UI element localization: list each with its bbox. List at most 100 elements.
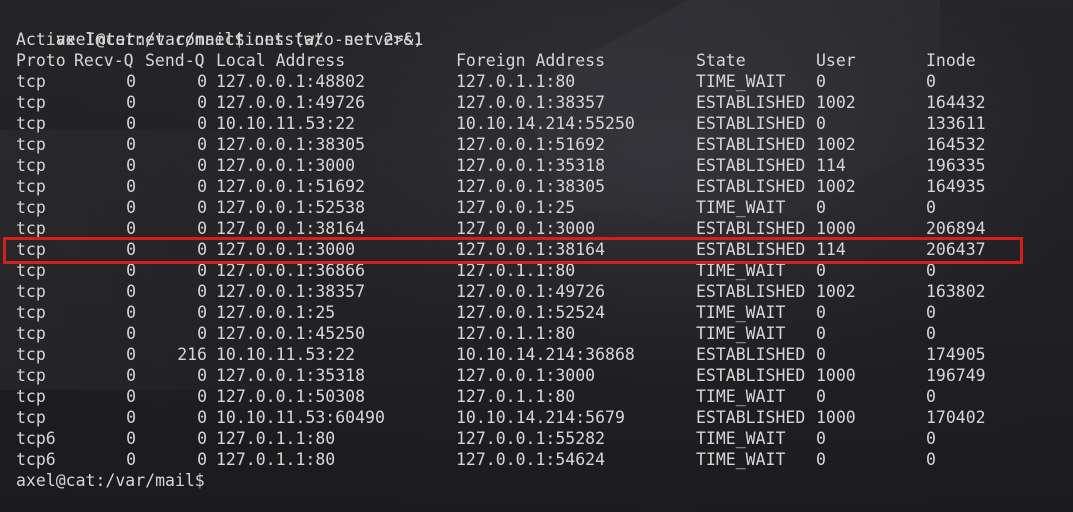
- cell-recvq: 0: [126, 324, 136, 343]
- cell-inode: 0: [926, 450, 936, 469]
- cell-recvq: 0: [126, 156, 136, 175]
- cell-foreign: 127.0.0.1:38305: [456, 177, 606, 196]
- cell-user: 0: [816, 429, 826, 448]
- cell-sendq: 0: [197, 366, 207, 385]
- cell-recvq: 0: [126, 93, 136, 112]
- cell-foreign: 10.10.14.214:36868: [456, 345, 635, 364]
- cell-inode: 164532: [926, 135, 986, 154]
- cell-recvq: 0: [126, 303, 136, 322]
- cell-local: 10.10.11.53:60490: [216, 408, 385, 427]
- cell-local: 127.0.0.1:52538: [216, 198, 366, 217]
- cell-proto: tcp: [16, 114, 46, 133]
- cell-proto: tcp: [16, 345, 46, 364]
- cell-local: 10.10.11.53:22: [216, 345, 356, 364]
- table-row: tcp 0 0 127.0.0.1:38357 127.0.0.1:49726 ESTAB…: [16, 281, 1056, 302]
- header-sendq: Send-Q: [145, 51, 205, 70]
- table-header: Proto Recv-Q Send-Q Local Address Foreig…: [16, 50, 1056, 71]
- cell-state: ESTABLISHED: [696, 177, 806, 196]
- table-row: tcp 0 0 127.0.0.1:25 127.0.0.1:52524 TIME_WAI…: [16, 302, 1056, 323]
- header-local-address: Local Address: [216, 51, 346, 70]
- cell-inode: 133611: [926, 114, 986, 133]
- terminal-window[interactable]: axel@cat:/var/mail$ netstat -net 2>&1 Ac…: [0, 0, 1073, 512]
- cell-recvq: 0: [126, 408, 136, 427]
- cell-state: ESTABLISHED: [696, 219, 806, 238]
- cell-user: 1002: [816, 93, 856, 112]
- cell-user: 0: [816, 345, 826, 364]
- cell-sendq: 0: [197, 72, 207, 91]
- cell-proto: tcp6: [16, 429, 56, 448]
- table-row: tcp 0 0 10.10.11.53:22 10.10.14.214:55250 EST…: [16, 113, 1056, 134]
- cell-inode: 0: [926, 303, 936, 322]
- cell-foreign: 127.0.0.1:3000: [456, 366, 596, 385]
- cell-sendq: 0: [197, 450, 207, 469]
- cell-proto: tcp: [16, 387, 46, 406]
- header-foreign-address: Foreign Address: [456, 51, 606, 70]
- cell-local: 127.0.1.1:80: [216, 450, 336, 469]
- cell-local: 127.0.0.1:25: [216, 303, 336, 322]
- cell-recvq: 0: [126, 72, 136, 91]
- cell-foreign: 127.0.0.1:55282: [456, 429, 606, 448]
- cell-proto: tcp: [16, 219, 46, 238]
- cell-local: 127.0.0.1:49726: [216, 93, 366, 112]
- cell-local: 127.0.0.1:50308: [216, 387, 366, 406]
- cell-user: 0: [816, 114, 826, 133]
- cell-state: ESTABLISHED: [696, 93, 806, 112]
- cell-recvq: 0: [126, 366, 136, 385]
- table-row: tcp 0 0 127.0.0.1:49726 127.0.0.1:38357 ESTAB…: [16, 92, 1056, 113]
- cell-proto: tcp: [16, 303, 46, 322]
- cell-recvq: 0: [126, 450, 136, 469]
- cell-local: 127.0.0.1:45250: [216, 324, 366, 343]
- final-prompt[interactable]: axel@cat:/var/mail$: [16, 470, 205, 491]
- cell-local: 127.0.0.1:51692: [216, 177, 366, 196]
- table-row: tcp 0 0 127.0.0.1:35318 127.0.0.1:3000 ESTABL…: [16, 365, 1056, 386]
- cell-recvq: 0: [126, 387, 136, 406]
- cell-user: 0: [816, 198, 826, 217]
- cell-state: ESTABLISHED: [696, 408, 806, 427]
- cell-inode: 206894: [926, 219, 986, 238]
- cell-sendq: 0: [197, 156, 207, 175]
- cell-sendq: 0: [197, 219, 207, 238]
- cell-state: ESTABLISHED: [696, 114, 806, 133]
- cell-inode: 0: [926, 72, 936, 91]
- cell-proto: tcp: [16, 177, 46, 196]
- cell-user: 1000: [816, 408, 856, 427]
- table-row: tcp6 0 0 127.0.1.1:80 127.0.0.1:54624 TIME_WA…: [16, 449, 1056, 470]
- cell-state: ESTABLISHED: [696, 135, 806, 154]
- cell-sendq: 0: [197, 198, 207, 217]
- cell-proto: tcp: [16, 282, 46, 301]
- cell-user: 0: [816, 387, 826, 406]
- table-row: tcp 0 0 127.0.0.1:48802 127.0.1.1:80 TIME_WAI…: [16, 71, 1056, 92]
- cell-state: TIME_WAIT: [696, 198, 786, 217]
- cell-state: TIME_WAIT: [696, 72, 786, 91]
- cell-proto: tcp: [16, 408, 46, 427]
- cell-state: TIME_WAIT: [696, 387, 786, 406]
- cell-user: 0: [816, 303, 826, 322]
- cell-user: 1002: [816, 135, 856, 154]
- cell-local: 127.0.1.1:80: [216, 429, 336, 448]
- cell-foreign: 127.0.0.1:3000: [456, 219, 596, 238]
- cell-foreign: 10.10.14.214:55250: [456, 114, 635, 133]
- cell-foreign: 127.0.0.1:35318: [456, 156, 606, 175]
- cell-state: ESTABLISHED: [696, 156, 806, 175]
- cell-recvq: 0: [126, 135, 136, 154]
- cell-inode: 0: [926, 324, 936, 343]
- table-row: tcp6 0 0 127.0.1.1:80 127.0.0.1:55282 TIME_WA…: [16, 428, 1056, 449]
- cell-sendq: 0: [197, 93, 207, 112]
- cell-sendq: 0: [197, 135, 207, 154]
- cell-foreign: 127.0.0.1:49726: [456, 282, 606, 301]
- cell-user: 114: [816, 156, 846, 175]
- cell-state: TIME_WAIT: [696, 303, 786, 322]
- cell-local: 127.0.0.1:3000: [216, 156, 356, 175]
- highlight-box: [3, 237, 1023, 264]
- cell-local: 127.0.0.1:38357: [216, 282, 366, 301]
- table-row: tcp 0 0 10.10.11.53:60490 10.10.14.214:5679 E…: [16, 407, 1056, 428]
- cell-local: 127.0.0.1:35318: [216, 366, 366, 385]
- cell-state: TIME_WAIT: [696, 324, 786, 343]
- cell-sendq: 0: [197, 387, 207, 406]
- cell-user: 0: [816, 72, 826, 91]
- cell-inode: 196749: [926, 366, 986, 385]
- cell-inode: 196335: [926, 156, 986, 175]
- summary-line: Active Internet connections (w/o servers…: [16, 30, 424, 49]
- cell-inode: 164935: [926, 177, 986, 196]
- cell-sendq: 0: [197, 282, 207, 301]
